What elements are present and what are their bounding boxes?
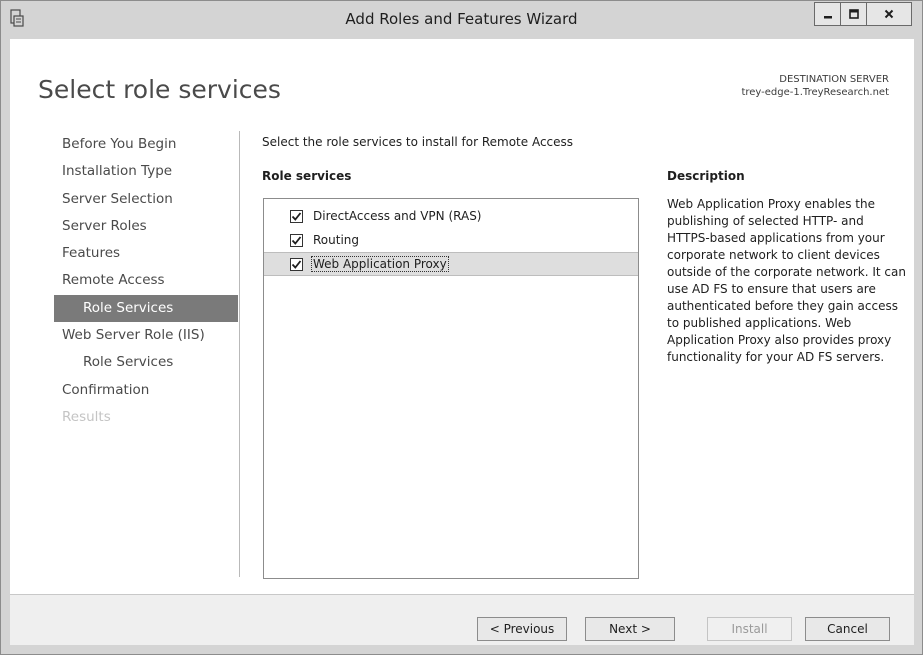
previous-button[interactable]: < Previous (477, 617, 567, 641)
description-heading: Description (667, 169, 745, 183)
window-title: Add Roles and Features Wizard (345, 10, 578, 28)
checkmark-icon (291, 231, 302, 250)
nav-item-server-roles[interactable]: Server Roles (54, 213, 238, 240)
install-button: Install (707, 617, 792, 641)
list-item[interactable]: DirectAccess and VPN (RAS) (264, 205, 638, 229)
list-item[interactable]: Routing (264, 229, 638, 253)
nav-item-remote-access[interactable]: Remote Access (54, 267, 238, 294)
nav-item-features[interactable]: Features (54, 240, 238, 267)
destination-server-label: DESTINATION SERVER (779, 74, 889, 85)
cancel-button[interactable]: Cancel (805, 617, 890, 641)
close-button[interactable] (866, 2, 912, 26)
role-services-heading: Role services (262, 169, 352, 183)
maximize-button[interactable] (840, 2, 866, 26)
destination-server-name: trey-edge-1.TreyResearch.net (741, 87, 889, 98)
list-item-label: Routing (313, 233, 360, 247)
checkbox[interactable] (290, 258, 303, 271)
checkmark-icon (291, 255, 302, 274)
nav-item-role-services-active[interactable]: Role Services (54, 294, 238, 323)
minimize-button[interactable] (814, 2, 840, 26)
maximize-icon (848, 5, 860, 24)
close-icon (883, 5, 895, 24)
checkbox[interactable] (290, 234, 303, 247)
checkbox[interactable] (290, 210, 303, 223)
wizard-window: Add Roles and Features Wizard Select rol… (0, 0, 923, 655)
wizard-footer: < Previous Next > Install Cancel (10, 594, 914, 645)
list-item-label: Web Application Proxy (311, 256, 449, 272)
nav-divider (239, 131, 240, 577)
wizard-content: Select role services DESTINATION SERVER … (10, 39, 914, 594)
wizard-nav: Before You Begin Installation Type Serve… (54, 131, 238, 431)
list-item-label: DirectAccess and VPN (RAS) (313, 209, 482, 223)
checkmark-icon (291, 207, 302, 226)
minimize-icon (822, 5, 834, 24)
title-bar: Add Roles and Features Wizard (1, 1, 922, 39)
page-title: Select role services (38, 75, 281, 104)
nav-item-role-services-iis[interactable]: Role Services (54, 349, 238, 376)
nav-item-confirmation[interactable]: Confirmation (54, 377, 238, 404)
nav-item-before-you-begin[interactable]: Before You Begin (54, 131, 238, 158)
next-button[interactable]: Next > (585, 617, 675, 641)
role-services-list[interactable]: DirectAccess and VPN (RAS) Routing Web A… (263, 198, 639, 579)
description-text: Web Application Proxy enables the publis… (667, 197, 906, 364)
instruction-text: Select the role services to install for … (262, 135, 574, 149)
nav-item-web-server-role[interactable]: Web Server Role (IIS) (54, 322, 238, 349)
nav-item-server-selection[interactable]: Server Selection (54, 186, 238, 213)
nav-item-installation-type[interactable]: Installation Type (54, 158, 238, 185)
list-item-selected[interactable]: Web Application Proxy (264, 252, 638, 276)
nav-item-results: Results (62, 408, 111, 425)
